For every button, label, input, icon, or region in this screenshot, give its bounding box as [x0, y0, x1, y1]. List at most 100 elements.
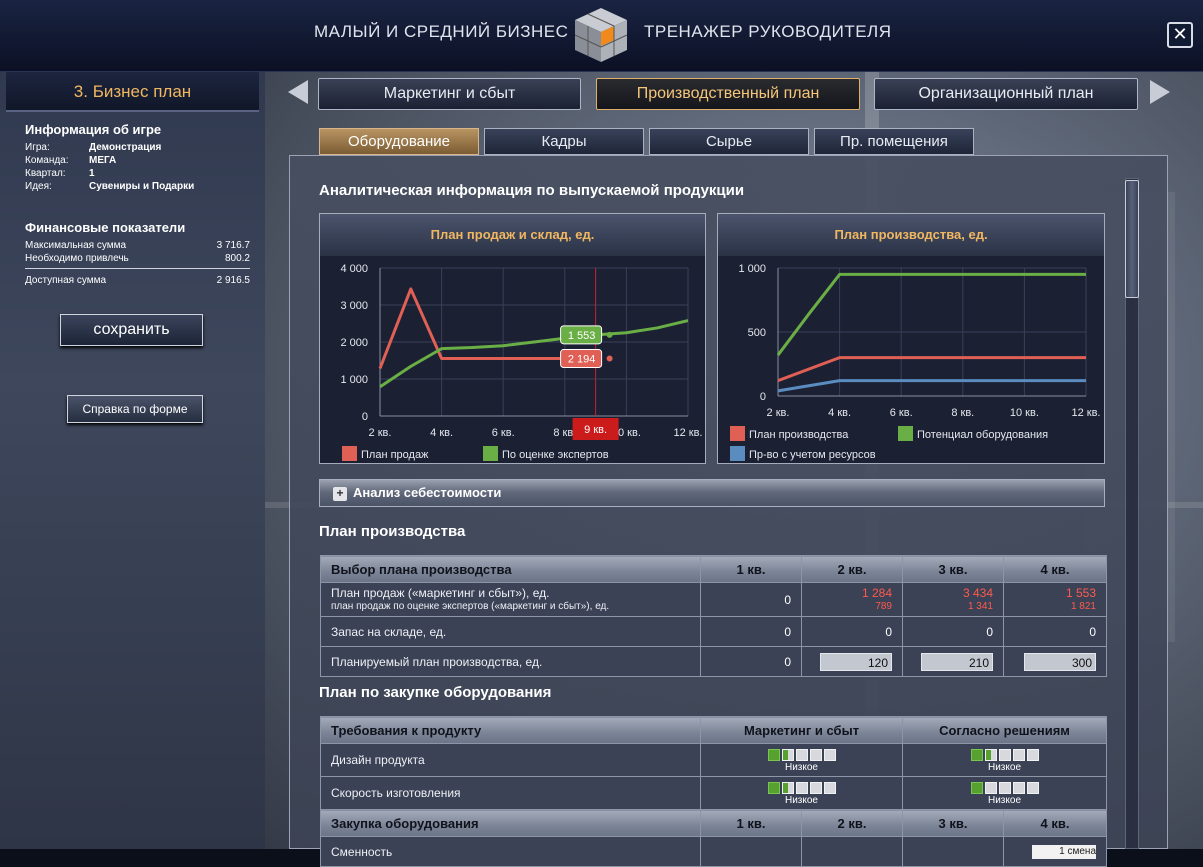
chart-production-svg: 0 500 1 000 2 кв. 4 кв. 6 кв. 8 кв. 10 кв. 12 кв…	[730, 263, 1101, 461]
save-button[interactable]: сохранить	[60, 314, 203, 346]
tab-raw-materials[interactable]: Сырье	[649, 128, 809, 155]
plan-input[interactable]: 300	[1024, 652, 1096, 671]
x-tick-label: 12 кв.	[673, 427, 702, 439]
table-cell: 0	[700, 616, 802, 647]
level-indicator: Низкое	[711, 747, 892, 773]
series-line	[777, 356, 1086, 383]
production-table: Выбор плана производства 1 кв. 2 кв. 3 к…	[320, 555, 1107, 677]
plan-input[interactable]: 120	[820, 652, 892, 671]
cell-subvalue: 1 821	[1070, 600, 1096, 612]
y-tick-label: 0	[362, 411, 368, 423]
column-header: 3 кв.	[902, 809, 1004, 837]
table-cell	[700, 836, 802, 867]
game-info-key: Квартал:	[25, 168, 66, 179]
level-indicator: Низкое	[711, 780, 892, 806]
cell-value: 1 553	[1065, 585, 1096, 600]
series-line	[776, 272, 1086, 356]
level-indicator[interactable]: Низкое	[913, 747, 1096, 773]
game-info-value: МЕГА	[89, 155, 117, 166]
game-info-row: Команда: МЕГА	[25, 155, 250, 168]
arrow-right-icon[interactable]	[1150, 80, 1170, 104]
section-title-production: План производства	[319, 523, 466, 540]
highlight-tick-label: 9 кв.	[584, 424, 607, 436]
y-tick-label: 4 000	[340, 263, 368, 275]
y-tick-label: 2 000	[340, 337, 368, 349]
table-cell: 1 553 1 821	[1003, 582, 1107, 617]
column-header: Требования к продукту	[320, 716, 701, 744]
arrow-left-icon[interactable]	[288, 80, 308, 104]
game-info-row: Квартал: 1	[25, 168, 250, 181]
cell-value: 3 434	[962, 585, 993, 600]
plus-icon[interactable]: +	[333, 487, 347, 501]
legend-label: Пр-во с учетом ресурсов	[749, 449, 876, 461]
column-header: Маркетинг и сбыт	[700, 716, 903, 744]
tab-premises[interactable]: Пр. помещения	[814, 128, 974, 155]
legend-swatch	[898, 426, 913, 441]
table-cell: Низкое	[901, 776, 1108, 810]
financial-row: Необходимо привлечь 800.2	[25, 253, 250, 266]
section-title-equipment: План по закупке оборудования	[319, 684, 552, 701]
legend-label: Потенциал оборудования	[917, 429, 1048, 441]
tab-staff[interactable]: Кадры	[484, 128, 644, 155]
y-tick-label: 1 000	[738, 263, 766, 275]
column-header: Выбор плана производства	[320, 555, 701, 583]
x-tick-label: 8 кв.	[951, 407, 974, 419]
data-label: 2 194	[568, 354, 596, 366]
table-cell: 300	[1003, 646, 1107, 677]
shift-select[interactable]: 1 смена	[1032, 844, 1097, 859]
chart-title: План производства, ед.	[718, 214, 1104, 256]
x-tick-label: 6 кв.	[492, 427, 515, 439]
table-cell: 0	[1003, 616, 1107, 647]
top-bar: МАЛЫЙ И СРЕДНИЙ БИЗНЕС ТРЕНАЖЕР РУКОВОДИ…	[0, 0, 1203, 72]
level-text: Низкое	[784, 795, 818, 806]
table-row: План продаж («маркетинг и сбыт»), ед. пла…	[320, 582, 1107, 617]
column-header: Согласно решениям	[901, 716, 1108, 744]
plan-input[interactable]: 210	[921, 652, 993, 671]
game-info-value: 1	[89, 168, 95, 179]
brand-title-left: МАЛЫЙ И СРЕДНИЙ БИЗНЕС	[314, 22, 569, 41]
table-row: Планируемый план производства, ед. 0 120…	[320, 646, 1107, 677]
financial-title: Финансовые показатели	[25, 220, 186, 235]
row-label: Дизайн продукта	[320, 743, 701, 777]
sidebar-title: 3. Бизнес план	[6, 72, 259, 112]
row-label: Сменность	[320, 836, 701, 867]
table-cell: Низкое	[700, 743, 903, 777]
sidebar: 3. Бизнес план Информация об игре Игра: Д…	[0, 72, 265, 849]
section-title-analytics: Аналитическая информация по выпускаемой …	[319, 182, 745, 199]
row-label: Скорость изготовления	[320, 776, 701, 810]
close-button[interactable]: ✕	[1167, 22, 1193, 48]
help-button[interactable]: Справка по форме	[67, 395, 203, 423]
game-info-key: Игра:	[25, 142, 50, 153]
table-header-row: Закупка оборудования 1 кв. 2 кв. 3 кв. 4…	[320, 809, 1108, 837]
cube-logo-icon	[574, 8, 628, 62]
row-label: План продаж («маркетинг и сбыт»), ед. пла…	[320, 582, 701, 617]
tab-production-plan[interactable]: Производственный план	[596, 78, 860, 110]
table-row: Сменность 1 смена	[320, 836, 1108, 867]
tab-marketing[interactable]: Маркетинг и сбыт	[318, 78, 581, 110]
table-cell: 1 смена	[1002, 836, 1108, 867]
table-cell: 0	[700, 582, 802, 617]
chart-production: План производства, ед. 0 500 1 000 2 кв. 4 к…	[717, 213, 1105, 464]
column-header: 2 кв.	[801, 555, 903, 583]
tab-organization-plan[interactable]: Организационный план	[874, 78, 1138, 110]
data-point	[606, 331, 613, 338]
table-header-row: Требования к продукту Маркетинг и сбыт С…	[320, 716, 1108, 744]
game-info-key: Идея:	[25, 181, 52, 192]
y-tick-label: 3 000	[340, 300, 368, 312]
series-line	[777, 379, 1086, 393]
level-indicator[interactable]: Низкое	[913, 780, 1096, 806]
table-row: Скорость изготовления Низкое Низкое	[320, 776, 1108, 810]
y-tick-label: 500	[748, 327, 766, 339]
column-header: 1 кв.	[700, 555, 802, 583]
scrollbar-thumb[interactable]	[1125, 180, 1139, 298]
brand-title-right: ТРЕНАЖЕР РУКОВОДИТЕЛЯ	[644, 22, 892, 41]
cost-analysis-label: Анализ себестоимости	[353, 485, 502, 500]
divider	[25, 268, 250, 269]
row-label: Запас на складе, ед.	[320, 616, 701, 647]
financial-value: 800.2	[224, 253, 250, 264]
tab-equipment[interactable]: Оборудование	[319, 128, 479, 155]
financial-value: 3 716.7	[216, 240, 250, 251]
cost-analysis-expander[interactable]: + Анализ себестоимости	[319, 479, 1105, 507]
chart-sales-svg: 01 0002 0003 0004 0002 кв. 4 кв. 6 кв. 8 кв…	[340, 263, 703, 461]
x-tick-label: 10 кв.	[1010, 407, 1039, 419]
